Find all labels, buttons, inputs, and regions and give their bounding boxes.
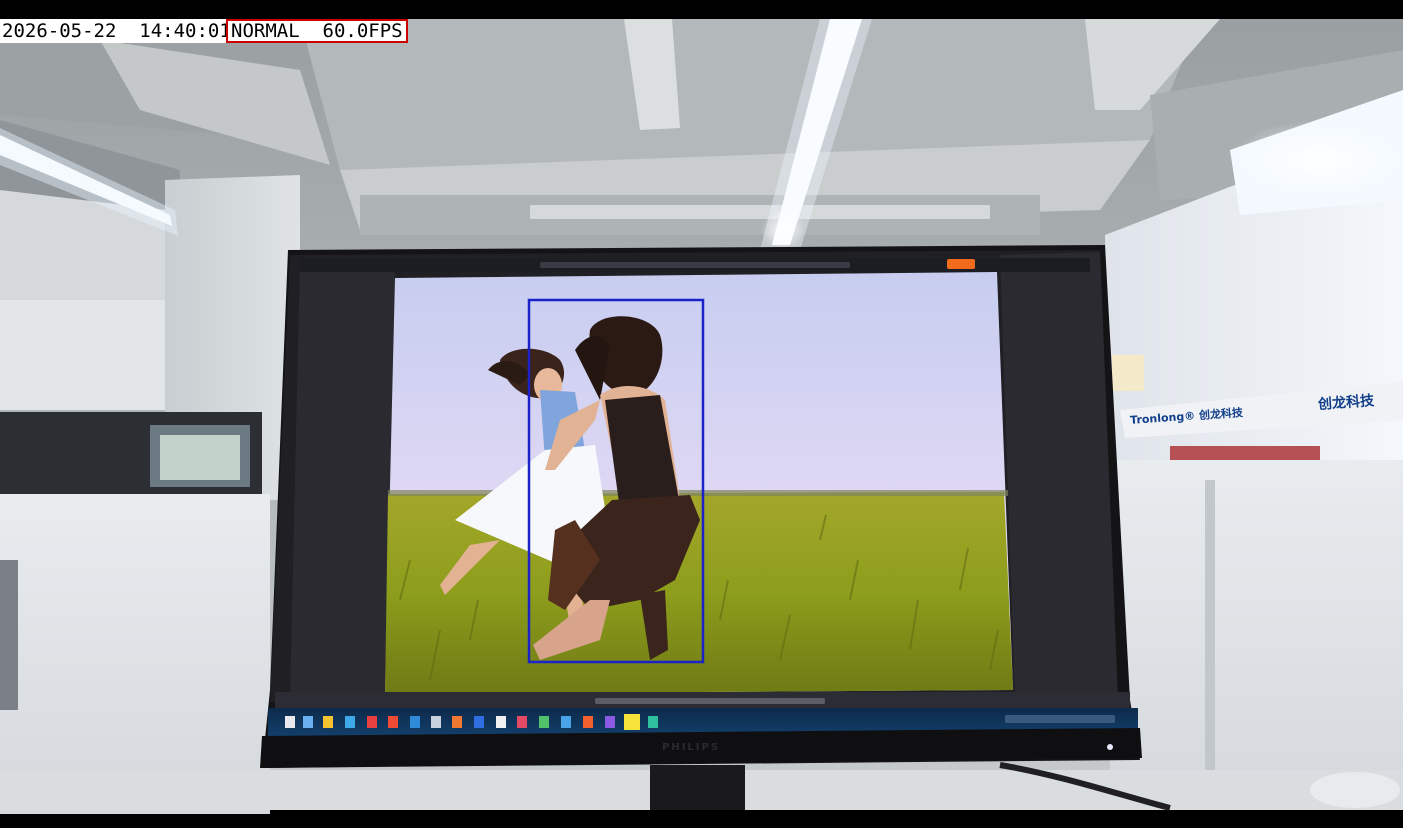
monitor-stand xyxy=(650,765,745,810)
desk-partition-left xyxy=(0,494,270,814)
monitor-brand: PHILIPS xyxy=(662,742,721,753)
desk-partition-right xyxy=(1110,460,1403,810)
camera-frame: 创龙科技 Tronlong® 创龙科技 PHILIPS 2026-05-22 1… xyxy=(0,0,1403,828)
osd-mode-label: NORMAL 60.0FPS xyxy=(226,19,408,43)
wall-sign-brand: 创龙科技 xyxy=(1317,393,1375,413)
orange-badge xyxy=(947,259,975,269)
osd-timestamp: 2026-05-22 14:40:01 xyxy=(0,19,234,43)
